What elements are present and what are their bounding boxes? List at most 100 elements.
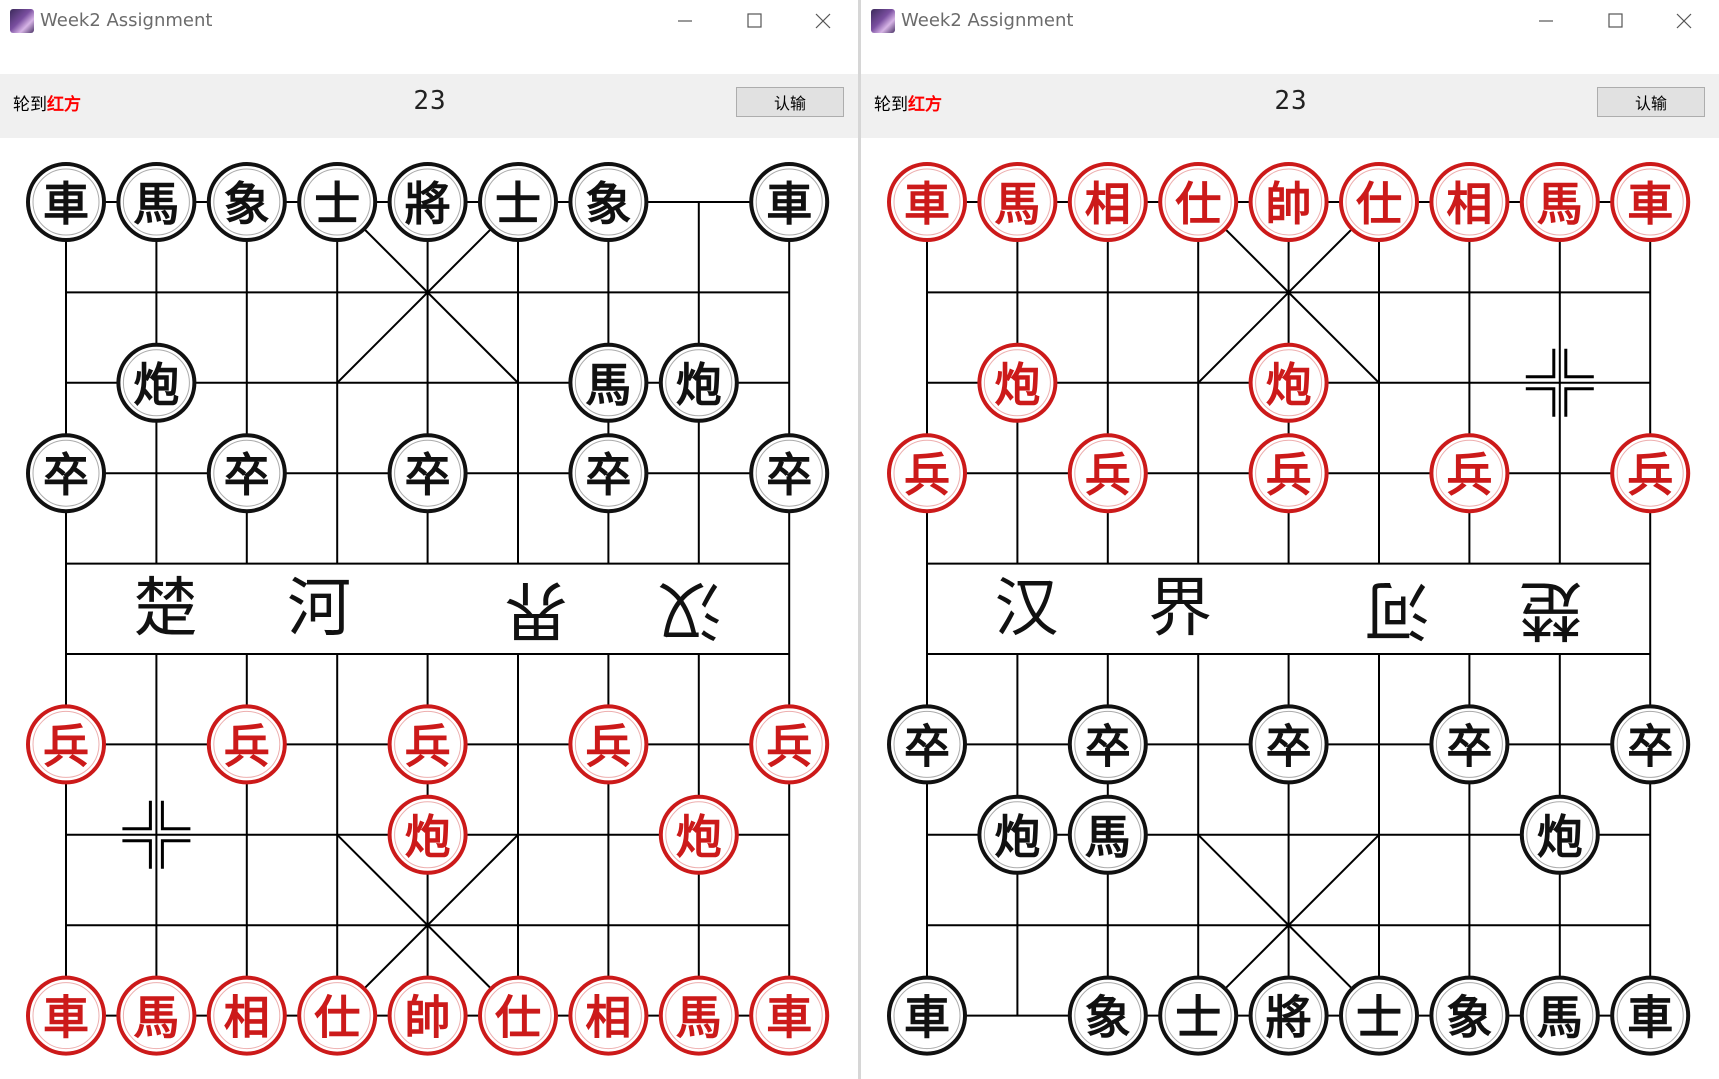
piece-label: 車 [766,177,812,231]
piece-black[interactable]: 士 [478,162,558,242]
piece-red[interactable]: 帥 [387,975,468,1056]
river-text: 河 [1365,572,1429,646]
piece-black[interactable]: 象 [568,162,649,242]
piece-black[interactable]: 卒 [568,433,649,514]
piece-black[interactable]: 炮 [1519,794,1600,875]
piece-label: 卒 [766,448,812,502]
piece-black[interactable]: 士 [1158,975,1239,1056]
xiangqi-board[interactable]: 汉界河楚車馬相仕帥仕相馬車炮 炮兵兵兵兵兵卒卒卒卒卒炮馬炮車象士將士象馬車 [861,140,1719,1079]
piece-black[interactable]: 馬 [1067,794,1148,875]
piece-black[interactable]: 馬 [116,162,197,242]
piece-label: 兵 [43,719,89,773]
maximize-button[interactable] [1592,6,1638,36]
piece-label: 相 [585,991,631,1045]
piece-red[interactable]: 兵 [1610,433,1691,514]
piece-black[interactable]: 卒 [1067,704,1148,785]
piece-black[interactable]: 炮 [116,342,197,423]
maximize-button[interactable] [731,6,777,36]
piece-red[interactable]: 仕 [478,975,558,1056]
minimize-button[interactable] [662,6,708,36]
minimize-button[interactable] [1523,6,1569,36]
piece-black[interactable]: 卒 [1429,704,1510,785]
piece-black[interactable]: 卒 [749,433,830,514]
piece-black[interactable]: 車 [26,162,106,242]
piece-red[interactable]: 炮 [658,794,739,875]
piece-black[interactable]: 車 [887,975,967,1056]
piece-red[interactable]: 兵 [387,704,468,785]
piece-red[interactable]: 兵 [206,704,287,785]
piece-label: 車 [904,991,950,1045]
piece-label: 兵 [1627,448,1673,502]
piece-red[interactable]: 兵 [749,704,830,785]
piece-black[interactable]: 士 [297,162,378,242]
piece-label: 炮 [405,810,451,864]
river-text: 汉 [994,572,1058,646]
piece-red[interactable]: 兵 [1067,433,1148,514]
piece-label: 帥 [405,991,451,1045]
piece-red[interactable]: 車 [1610,162,1691,242]
piece-red[interactable]: 相 [568,975,649,1056]
piece-black[interactable]: 卒 [26,433,106,514]
piece-red[interactable]: 仕 [297,975,378,1056]
xiangqi-board[interactable]: 楚河界汉車馬象士將士象車炮馬炮卒卒卒卒卒兵兵兵兵兵炮 炮車馬相仕帥仕相馬車 [0,140,858,1079]
piece-black[interactable]: 卒 [206,433,287,514]
piece-red[interactable]: 炮 [387,794,468,875]
piece-red[interactable]: 兵 [1248,433,1329,514]
piece-red[interactable]: 炮 [977,342,1058,423]
piece-black[interactable]: 將 [1248,975,1329,1056]
piece-red[interactable]: 馬 [977,162,1058,242]
piece-red[interactable]: 馬 [1519,162,1600,242]
piece-black[interactable]: 馬 [568,342,649,423]
piece-red[interactable]: 車 [26,975,106,1056]
piece-black[interactable]: 炮 [977,794,1058,875]
piece-red[interactable]: 相 [206,975,287,1056]
piece-black[interactable]: 炮 [658,342,739,423]
piece-black[interactable]: 卒 [387,433,468,514]
piece-red[interactable]: 帥 [1248,162,1329,242]
resign-button[interactable]: 认输 [736,87,844,117]
piece-red[interactable]: 炮 [1248,342,1329,423]
close-button[interactable] [1661,6,1707,36]
piece-red[interactable]: 兵 [26,704,106,785]
close-button[interactable] [800,6,846,36]
piece-label: 帥 [1266,177,1312,231]
piece-black[interactable]: 車 [749,162,830,242]
piece-black[interactable]: 車 [1610,975,1691,1056]
title-bar[interactable]: Week2 Assignment [861,0,1719,42]
piece-red[interactable]: 仕 [1339,162,1419,242]
piece-black[interactable]: 卒 [1610,704,1691,785]
piece-label: 相 [1446,177,1492,231]
minimize-icon [678,20,692,22]
piece-black[interactable]: 象 [1067,975,1148,1056]
piece-red[interactable]: 車 [749,975,830,1056]
piece-red[interactable]: 馬 [658,975,739,1056]
move-timer: 23 [413,86,447,116]
title-bar[interactable]: Week2 Assignment [0,0,858,42]
piece-label: 士 [1175,991,1221,1045]
piece-red[interactable]: 仕 [1158,162,1239,242]
game-window-left: Week2 Assignment 文件 对战 帮助 轮到红方 23 认输 楚 河 界… [0,0,858,1079]
piece-black[interactable]: 卒 [1248,704,1329,785]
piece-label: 卒 [405,448,451,502]
piece-label: 車 [1627,177,1673,231]
piece-red[interactable]: 相 [1067,162,1148,242]
app-icon [871,9,895,33]
piece-label: 馬 [585,358,631,412]
piece-black[interactable]: 將 [387,162,468,242]
piece-red[interactable]: 相 [1429,162,1510,242]
piece-black[interactable]: 馬 [1519,975,1600,1056]
turn-side: 红方 [47,95,81,115]
piece-black[interactable]: 象 [206,162,287,242]
piece-red[interactable]: 兵 [568,704,649,785]
piece-label: 卒 [585,448,631,502]
piece-black[interactable]: 士 [1339,975,1419,1056]
piece-black[interactable]: 象 [1429,975,1510,1056]
piece-red[interactable]: 馬 [116,975,197,1056]
piece-red[interactable]: 車 [887,162,967,242]
piece-black[interactable]: 卒 [887,704,967,785]
piece-red[interactable]: 兵 [887,433,967,514]
turn-prefix: 轮到 [874,95,908,115]
piece-label: 炮 [994,358,1040,412]
resign-button[interactable]: 认输 [1597,87,1705,117]
piece-red[interactable]: 兵 [1429,433,1510,514]
